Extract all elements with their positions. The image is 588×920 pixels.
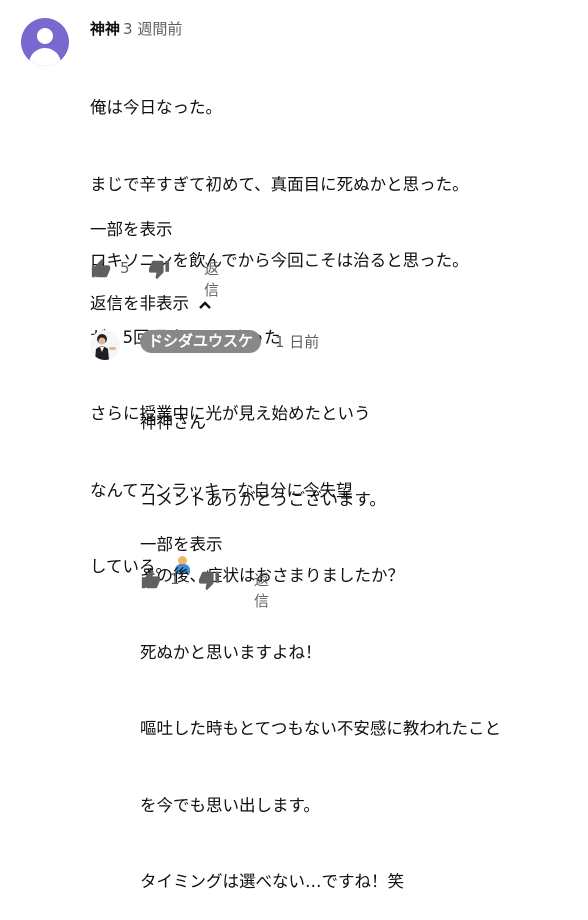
comment-author[interactable]: 神神 [90,20,120,38]
reply-author-badge[interactable]: ドシダユウスケ [140,330,262,353]
like-count: 5 [120,259,130,277]
thumbs-down-icon[interactable] [148,258,170,280]
avatar-head [37,28,53,44]
reply-line: その後、症状はおさまりましたか？ [140,566,404,585]
reply-line: 神神さん [140,413,206,432]
reply-avatar[interactable] [90,330,120,360]
reply-line: を今でも思い出します。 [140,795,320,815]
show-more-button[interactable]: 一部を表示 [90,219,173,241]
comment-header: 神神 3 週間前 [90,19,182,39]
reply-line: コメントありがとうございます。 [140,489,386,509]
comment-line: 俺は今日なった。 [90,98,222,117]
hide-replies-label: 返信を非表示 [90,294,189,313]
thumbs-up-icon[interactable] [140,569,162,591]
reply-line: タイミングは選べない…ですね！笑 [140,872,404,891]
reply-time[interactable]: 1 日前 [275,331,319,353]
avatar-body [29,48,61,66]
reply-text: 神神さん コメントありがとうございます。 その後、症状はおさまりましたか？ 死ぬ… [140,359,501,920]
thumbs-up-icon[interactable] [90,258,112,280]
comment-line: ロキソニンを飲んでから今回こそは治ると思った。 [90,251,469,270]
hide-replies-button[interactable]: 返信を非表示 [90,293,212,315]
reply-line: 死ぬかと思いますよね！ [140,642,322,662]
comment-line: まじで辛すぎて初めて、真面目に死ぬかと思った。 [90,174,469,194]
reply-reply-button[interactable]: 返信 [254,569,269,611]
reply-show-more-button[interactable]: 一部を表示 [140,534,223,556]
reply-line: 嘔吐した時もとてつもない不安感に教われたこと [140,719,502,738]
thumbs-down-icon[interactable] [198,569,220,591]
reply-like-count: 1 [170,570,180,588]
comment-time[interactable]: 3 週間前 [123,20,182,38]
person-photo-icon [95,334,116,360]
avatar[interactable] [21,18,69,66]
chevron-up-icon [199,300,212,309]
